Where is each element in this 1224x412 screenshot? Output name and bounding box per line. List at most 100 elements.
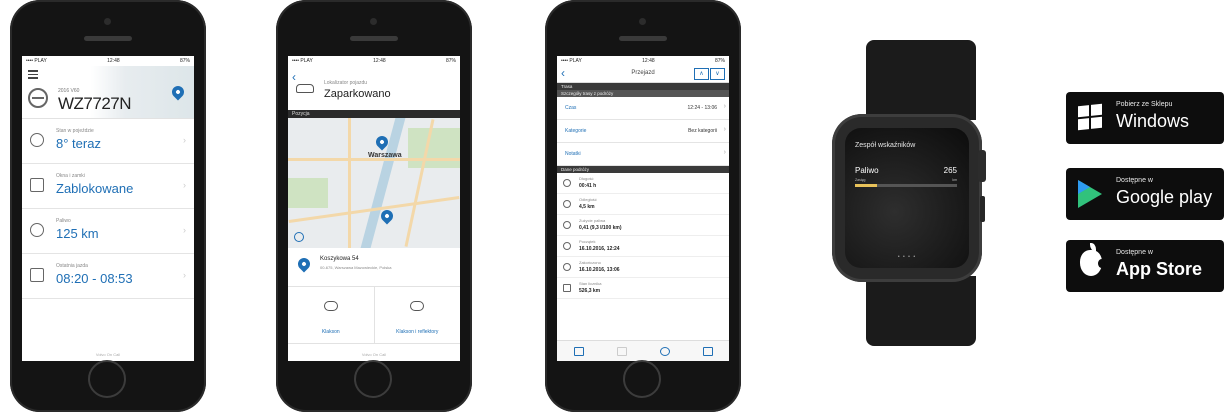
- item-value: 526,3 km: [579, 288, 601, 294]
- item-value: 4,5 km: [579, 204, 595, 210]
- row-value: 8° teraz: [56, 136, 101, 151]
- trip-detail-item: Początek 16.10.2016, 12:24: [557, 236, 729, 257]
- badge-small-text: Dostępne w: [1116, 177, 1153, 184]
- row-key: Czas: [565, 105, 577, 111]
- horn-and-lights-button[interactable]: Klakson i reflektory: [375, 287, 461, 343]
- side-button[interactable]: [980, 196, 985, 222]
- hamburger-menu-icon[interactable]: [28, 68, 38, 81]
- google-play-logo-icon: [1078, 180, 1102, 208]
- mail-icon[interactable]: [573, 346, 584, 356]
- row-label: Stan w pojeździe: [56, 128, 94, 134]
- locate-me-icon[interactable]: [294, 232, 304, 242]
- trip-row-notes[interactable]: Notatki ›: [557, 143, 729, 166]
- map-park: [408, 128, 460, 168]
- chevron-right-icon: ›: [723, 126, 726, 133]
- row-value: 12:24 - 13:06: [687, 105, 717, 111]
- chevron-right-icon: ›: [723, 149, 726, 156]
- app-store-badge[interactable]: Dostępne w App Store: [1066, 240, 1224, 292]
- address-street: Koszykowa 54: [320, 256, 359, 262]
- badge-big-text: Windows: [1116, 111, 1190, 131]
- car-icon: [296, 84, 314, 93]
- address-city: 00-675, Warszawa Mazowieckie, Polska: [320, 265, 392, 270]
- section-header: Trasa: [557, 83, 729, 90]
- row-value: 08:20 - 08:53: [56, 271, 133, 286]
- fuel-bar: [855, 184, 957, 187]
- row-key: Notatki: [565, 151, 581, 157]
- status-row-fuel[interactable]: Paliwo 125 km ›: [22, 209, 194, 254]
- button-label: Klakson: [321, 329, 340, 335]
- horn-icon: [323, 301, 338, 311]
- item-label: Odległość: [579, 197, 597, 202]
- map-view[interactable]: Warszawa: [288, 118, 460, 248]
- row-value: 125 km: [56, 226, 99, 241]
- time-label: 12:48: [373, 58, 386, 64]
- back-arrow-icon[interactable]: ‹: [292, 70, 296, 84]
- trip-detail-item: Stan licznika 526,3 km: [557, 278, 729, 299]
- status-row-last-trip[interactable]: Ostatnia jazda 08:20 - 08:53 ›: [22, 254, 194, 299]
- status-row-locks[interactable]: Okna i zamki Zablokowane ›: [22, 164, 194, 209]
- status-row-temperature[interactable]: Stan w pojeździe 8° teraz ›: [22, 119, 194, 164]
- range-unit: km: [952, 178, 957, 182]
- badge-small-text: Dostępne w: [1116, 249, 1153, 256]
- chevron-right-icon: ›: [183, 135, 186, 145]
- item-label: Zakończono: [579, 260, 601, 265]
- battery-label: 87%: [714, 58, 725, 64]
- fuel-value: 265: [943, 166, 957, 175]
- google-play-badge[interactable]: Dostępne w Google play: [1066, 168, 1224, 220]
- merge-icon[interactable]: [616, 346, 627, 356]
- badge-big-text: App Store: [1116, 259, 1203, 279]
- trip-detail-item: Długość 00:41 h: [557, 173, 729, 194]
- parking-status: Zaparkowano: [324, 88, 391, 100]
- chevron-right-icon: ›: [183, 270, 186, 280]
- row-label: Paliwo: [56, 218, 71, 224]
- trip-detail-item: Zużycie paliwa 0,41 (9,3 l/100 km): [557, 215, 729, 236]
- home-button[interactable]: [623, 360, 661, 398]
- clock-icon: [563, 179, 571, 187]
- chevron-right-icon: ›: [183, 225, 186, 235]
- bottom-toolbar: [557, 340, 729, 361]
- lights-icon: [410, 301, 425, 311]
- windows-store-badge[interactable]: Pobierz ze Sklepu Windows: [1066, 92, 1224, 144]
- item-value: 0,41 (9,3 l/100 km): [579, 225, 622, 231]
- earpiece-speaker: [619, 36, 667, 41]
- trip-nav-bar: ‹ Przejazd ∧ ∨: [557, 66, 729, 83]
- carrier-label: •••• PLAY: [26, 58, 47, 64]
- time-label: 12:48: [642, 58, 655, 64]
- row-label: Okna i zamki: [56, 173, 85, 179]
- map-pin-icon[interactable]: [378, 207, 396, 225]
- trash-icon[interactable]: [702, 346, 713, 356]
- trip-screen: •••• PLAY 12:48 87% ‹ Przejazd ∧ ∨ Trasa…: [557, 56, 729, 361]
- gauge-icon: [30, 223, 44, 237]
- tag-icon[interactable]: [659, 346, 670, 356]
- next-trip-button[interactable]: ∨: [710, 68, 725, 80]
- watch-strap-bottom: [866, 276, 976, 346]
- battery-label: 87%: [179, 58, 190, 64]
- item-label: Zużycie paliwa: [579, 218, 606, 223]
- fuel-bar-fill: [855, 184, 878, 187]
- phone-car-locator: •••• PLAY 12:48 87% ‹ Lokalizator pojazd…: [276, 0, 472, 412]
- temperature-icon: [30, 133, 44, 147]
- apple-logo-icon: [1080, 243, 1105, 276]
- previous-trip-button[interactable]: ∧: [694, 68, 709, 80]
- page-indicator: • • • •: [897, 254, 917, 260]
- front-camera: [104, 18, 111, 25]
- home-button[interactable]: [354, 360, 392, 398]
- home-button[interactable]: [88, 360, 126, 398]
- carrier-label: •••• PLAY: [561, 58, 582, 64]
- item-label: Początek: [579, 239, 596, 244]
- digital-crown[interactable]: [978, 150, 986, 182]
- map-park: [288, 178, 328, 208]
- license-plate: WZ7727N: [58, 94, 132, 113]
- carrier-label: •••• PLAY: [292, 58, 313, 64]
- horn-button[interactable]: Klakson: [288, 287, 375, 343]
- trip-detail-item: Odległość 4,5 km: [557, 194, 729, 215]
- trip-row-time[interactable]: Czas 12:24 - 13:06 ›: [557, 97, 729, 120]
- trip-detail-item: Zakończono 16.10.2016, 13:06: [557, 257, 729, 278]
- trip-pager: ∧ ∨: [694, 68, 725, 80]
- status-bar: •••• PLAY 12:48 87%: [22, 56, 194, 66]
- item-value: 00:41 h: [579, 183, 597, 189]
- row-key: Kategorie: [565, 128, 587, 134]
- trip-row-category[interactable]: Kategorie Bez kategorii ›: [557, 120, 729, 143]
- phone-trip-journal: •••• PLAY 12:48 87% ‹ Przejazd ∧ ∨ Trasa…: [545, 0, 741, 412]
- windows-logo-icon: [1078, 103, 1102, 131]
